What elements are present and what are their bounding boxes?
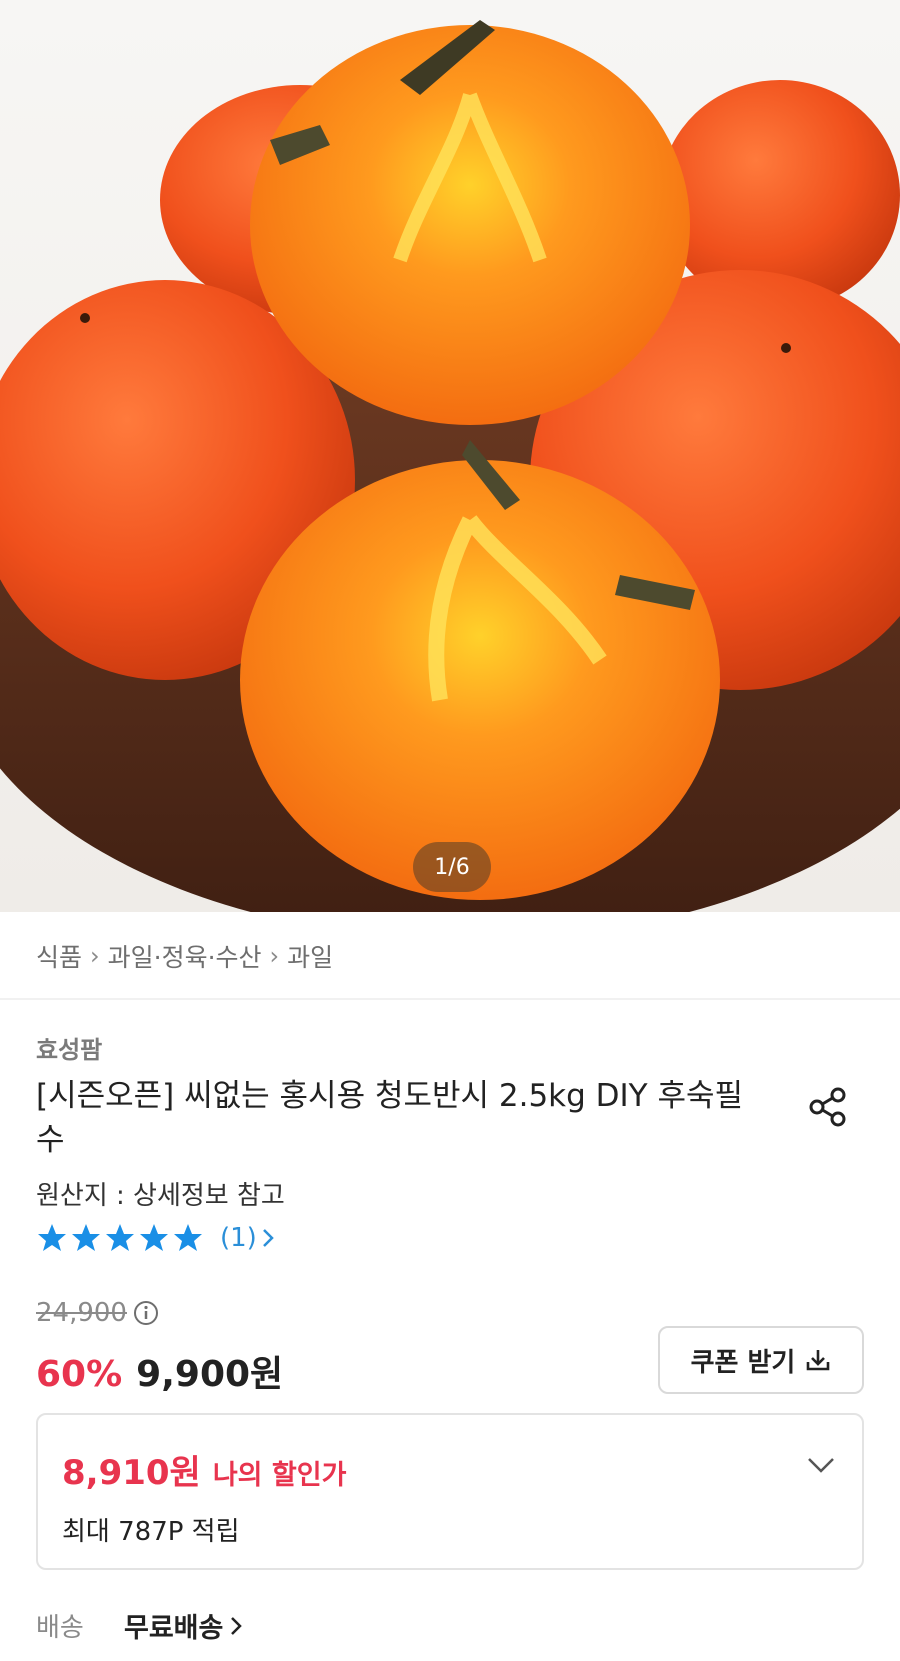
- discount-rate: 60%: [36, 1354, 123, 1395]
- star-rating: [36, 1222, 208, 1254]
- star-icon: [38, 1224, 202, 1251]
- chevron-right-icon: ›: [269, 942, 280, 970]
- breadcrumb-item[interactable]: 과일: [287, 938, 333, 974]
- product-title: [시즌오픈] 씨없는 홍시용 청도반시 2.5kg DIY 후숙필수: [36, 1078, 744, 1158]
- my-price-row: 8,910원 나의 할인가: [62, 1445, 346, 1494]
- shipping-row[interactable]: 배송 무료배송: [36, 1606, 243, 1645]
- price-row: 60% 9,900원: [36, 1345, 283, 1397]
- share-icon: [809, 1087, 846, 1127]
- sale-price: 9,900원: [136, 1354, 284, 1395]
- breadcrumb: 식품 › 과일·정육·수산 › 과일: [36, 938, 333, 974]
- persimmon-illustration: [0, 20, 900, 912]
- info-icon[interactable]: [133, 1300, 159, 1326]
- seller-name[interactable]: 효성팜: [36, 1030, 102, 1065]
- review-count: (1): [220, 1223, 257, 1253]
- product-image[interactable]: 1/6: [0, 0, 900, 912]
- my-discount-price: 8,910원: [62, 1453, 201, 1493]
- rating-summary[interactable]: (1): [36, 1222, 275, 1254]
- original-price-value: 24,900: [36, 1298, 127, 1328]
- shipping-value: 무료배송: [124, 1613, 224, 1644]
- origin-info: 원산지 : 상세정보 참고: [36, 1181, 285, 1211]
- coupon-button-label: 쿠폰 받기: [690, 1347, 796, 1378]
- chevron-right-icon: [262, 1229, 274, 1247]
- breadcrumb-item[interactable]: 과일·정육·수산: [108, 938, 262, 974]
- my-discount-label: 나의 할인가: [212, 1460, 347, 1491]
- section-divider: [0, 998, 900, 1000]
- shipping-label: 배송: [36, 1613, 84, 1643]
- my-discount-price-panel[interactable]: 8,910원 나의 할인가 최대 787P 적립: [36, 1413, 864, 1570]
- original-price: 24,900: [36, 1298, 159, 1328]
- chevron-right-icon: ›: [90, 942, 100, 970]
- coupon-download-button[interactable]: 쿠폰 받기: [658, 1326, 864, 1394]
- reward-points: 최대 787P 적립: [62, 1517, 240, 1547]
- image-page-indicator: 1/6: [413, 842, 491, 892]
- chevron-right-icon: [231, 1616, 243, 1635]
- breadcrumb-item[interactable]: 식품: [36, 938, 82, 974]
- download-icon: [807, 1350, 830, 1371]
- share-button[interactable]: [806, 1085, 850, 1129]
- chevron-down-icon[interactable]: [806, 1455, 836, 1475]
